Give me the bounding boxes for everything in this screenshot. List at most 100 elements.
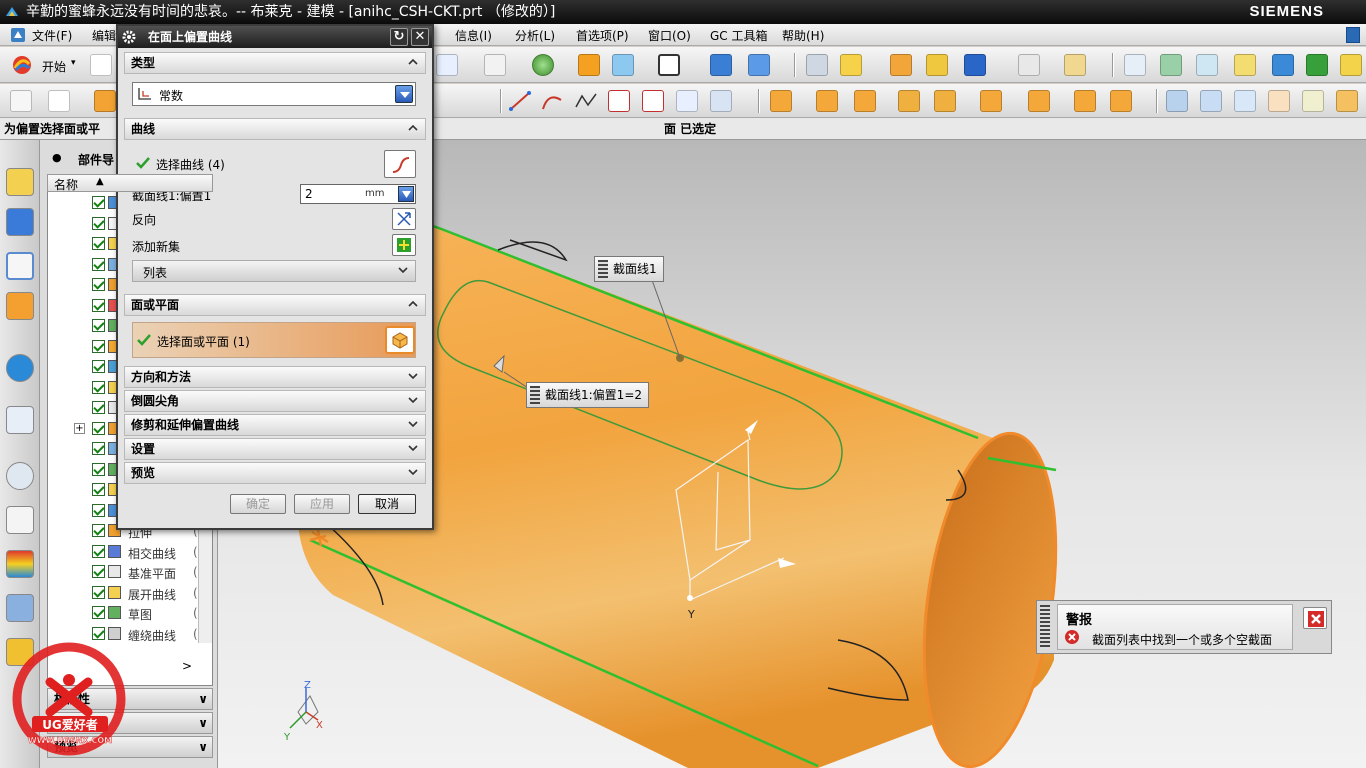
menu-info[interactable]: 信息(I) bbox=[455, 27, 492, 44]
ok-button[interactable]: 确定 bbox=[230, 494, 286, 514]
menu-help[interactable]: 帮助(H) bbox=[782, 27, 824, 44]
chevron-down-icon[interactable] bbox=[397, 264, 409, 276]
tree-node[interactable]: 草图(25) bbox=[48, 603, 212, 623]
subtract-icon[interactable] bbox=[816, 90, 838, 112]
column-name-header[interactable]: 名称 bbox=[54, 176, 78, 193]
section-trim-header[interactable]: 修剪和延伸偏置曲线 bbox=[124, 414, 426, 436]
visibility-checkbox[interactable] bbox=[92, 483, 105, 496]
alert-close-button[interactable] bbox=[1303, 607, 1327, 629]
sort-up-icon[interactable]: ▲ bbox=[96, 176, 104, 187]
layer-settings-icon[interactable] bbox=[806, 54, 828, 76]
tool-icon[interactable] bbox=[1306, 54, 1328, 76]
tree-node[interactable]: 相交曲线 ( bbox=[48, 542, 198, 562]
sketch-icon[interactable] bbox=[10, 90, 32, 112]
visibility-checkbox[interactable] bbox=[92, 626, 105, 640]
visibility-checkbox[interactable] bbox=[92, 585, 105, 599]
assembly-navigator-icon[interactable] bbox=[6, 168, 34, 196]
section-preview-header[interactable]: 预览 bbox=[124, 462, 426, 484]
visibility-checkbox[interactable] bbox=[92, 319, 105, 332]
draft-icon[interactable] bbox=[1110, 90, 1132, 112]
process-studio-icon[interactable] bbox=[6, 550, 34, 578]
project-curve-icon[interactable] bbox=[676, 90, 698, 112]
layers-icon[interactable] bbox=[1196, 54, 1218, 76]
sweep-icon[interactable] bbox=[1234, 90, 1256, 112]
dialog-title-bar[interactable]: 在面上偏置曲线 ↻ ✕ bbox=[118, 26, 432, 48]
menu-file[interactable]: 文件(F) bbox=[32, 27, 72, 44]
new-file-icon[interactable] bbox=[90, 54, 112, 76]
restore-icon[interactable] bbox=[1346, 27, 1360, 43]
section-settings-header[interactable]: 设置 bbox=[124, 438, 426, 460]
shell-icon[interactable] bbox=[1074, 90, 1096, 112]
scroll-right-icon[interactable]: > bbox=[182, 659, 192, 673]
chevron-down-icon[interactable]: ∨ bbox=[198, 737, 208, 757]
arc-icon[interactable] bbox=[540, 90, 564, 112]
rotate-icon[interactable] bbox=[1272, 54, 1294, 76]
system-materials-icon[interactable] bbox=[6, 506, 34, 534]
fillet-curve-icon[interactable] bbox=[608, 90, 630, 112]
visibility-checkbox[interactable] bbox=[92, 401, 105, 414]
tree-node[interactable]: 基准平面 ( bbox=[48, 562, 198, 582]
select-face-button[interactable] bbox=[385, 326, 415, 354]
chevron-up-icon[interactable] bbox=[407, 56, 419, 68]
chevron-down-icon[interactable] bbox=[395, 85, 413, 103]
visibility-checkbox[interactable] bbox=[92, 503, 105, 517]
chevron-down-icon[interactable]: ∨ bbox=[198, 689, 208, 709]
csys-icon[interactable] bbox=[710, 54, 732, 76]
select-face-label[interactable]: 选择面或平面 (1) bbox=[157, 333, 250, 350]
web-browser-icon[interactable] bbox=[6, 354, 34, 382]
chamfer-icon[interactable] bbox=[1028, 90, 1050, 112]
unite-icon[interactable] bbox=[770, 90, 792, 112]
spline-icon[interactable] bbox=[574, 90, 598, 112]
move-object-icon[interactable] bbox=[840, 54, 862, 76]
y-axis-handle[interactable] bbox=[687, 595, 693, 601]
cancel-button[interactable]: 取消 bbox=[358, 494, 416, 514]
trim-body-icon[interactable] bbox=[898, 90, 920, 112]
render-style-icon[interactable] bbox=[532, 54, 554, 76]
background-icon[interactable] bbox=[658, 54, 680, 76]
start-icon[interactable] bbox=[10, 54, 34, 76]
menu-preferences[interactable]: 首选项(P) bbox=[576, 27, 629, 44]
misc-icon[interactable] bbox=[1340, 54, 1362, 76]
section-corner-header[interactable]: 倒圆尖角 bbox=[124, 390, 426, 412]
constraint-navigator-icon[interactable] bbox=[6, 208, 34, 236]
edge-blend-icon[interactable] bbox=[980, 90, 1002, 112]
shaded-edges-icon[interactable] bbox=[578, 54, 600, 76]
offset-callout[interactable]: 截面线1:偏置1=2 bbox=[526, 382, 650, 408]
view-triad[interactable]: Z X Y bbox=[283, 680, 323, 743]
close-icon[interactable]: ✕ bbox=[411, 28, 429, 46]
reuse-library-icon[interactable] bbox=[6, 292, 34, 320]
visibility-checkbox[interactable] bbox=[92, 380, 105, 394]
offset-distance-field[interactable]: 2 mm bbox=[300, 184, 416, 204]
offset-curve-icon[interactable] bbox=[642, 90, 664, 112]
surface-icon[interactable] bbox=[1166, 90, 1188, 112]
part-navigator-icon[interactable] bbox=[6, 252, 34, 280]
bounded-plane-icon[interactable] bbox=[1268, 90, 1290, 112]
visibility-checkbox[interactable] bbox=[92, 360, 105, 373]
select-face-row[interactable]: 选择面或平面 (1) bbox=[132, 322, 416, 358]
thicken-icon[interactable] bbox=[1336, 90, 1358, 112]
split-body-icon[interactable] bbox=[934, 90, 956, 112]
stack-layers-icon[interactable] bbox=[1160, 54, 1182, 76]
reverse-direction-button[interactable] bbox=[392, 208, 416, 230]
measure-distance-icon[interactable] bbox=[1018, 54, 1040, 76]
edit-object-icon[interactable] bbox=[890, 54, 912, 76]
pencil-icon[interactable] bbox=[1234, 54, 1256, 76]
grip-icon[interactable] bbox=[598, 260, 608, 278]
clock-icon[interactable] bbox=[6, 462, 34, 490]
chevron-down-icon[interactable] bbox=[407, 370, 419, 382]
wcs-icon[interactable] bbox=[926, 54, 948, 76]
datum-plane-icon[interactable] bbox=[48, 90, 70, 112]
chevron-down-icon[interactable] bbox=[407, 466, 419, 478]
menu-analysis[interactable]: 分析(L) bbox=[515, 27, 555, 44]
point-icon[interactable] bbox=[748, 54, 770, 76]
history-icon[interactable] bbox=[6, 406, 34, 434]
chevron-down-icon[interactable] bbox=[407, 418, 419, 430]
chevron-down-icon[interactable]: ∨ bbox=[198, 713, 208, 733]
visibility-checkbox[interactable] bbox=[92, 339, 105, 353]
menu-gc-toolbox[interactable]: GC 工具箱 bbox=[710, 27, 768, 44]
pin-icon[interactable]: ● bbox=[52, 151, 62, 164]
manufacturing-wizard-icon[interactable] bbox=[6, 594, 34, 622]
section-curve-header[interactable]: 曲线 bbox=[124, 118, 426, 140]
visibility-checkbox[interactable] bbox=[92, 298, 105, 312]
section-direction-header[interactable]: 方向和方法 bbox=[124, 366, 426, 388]
